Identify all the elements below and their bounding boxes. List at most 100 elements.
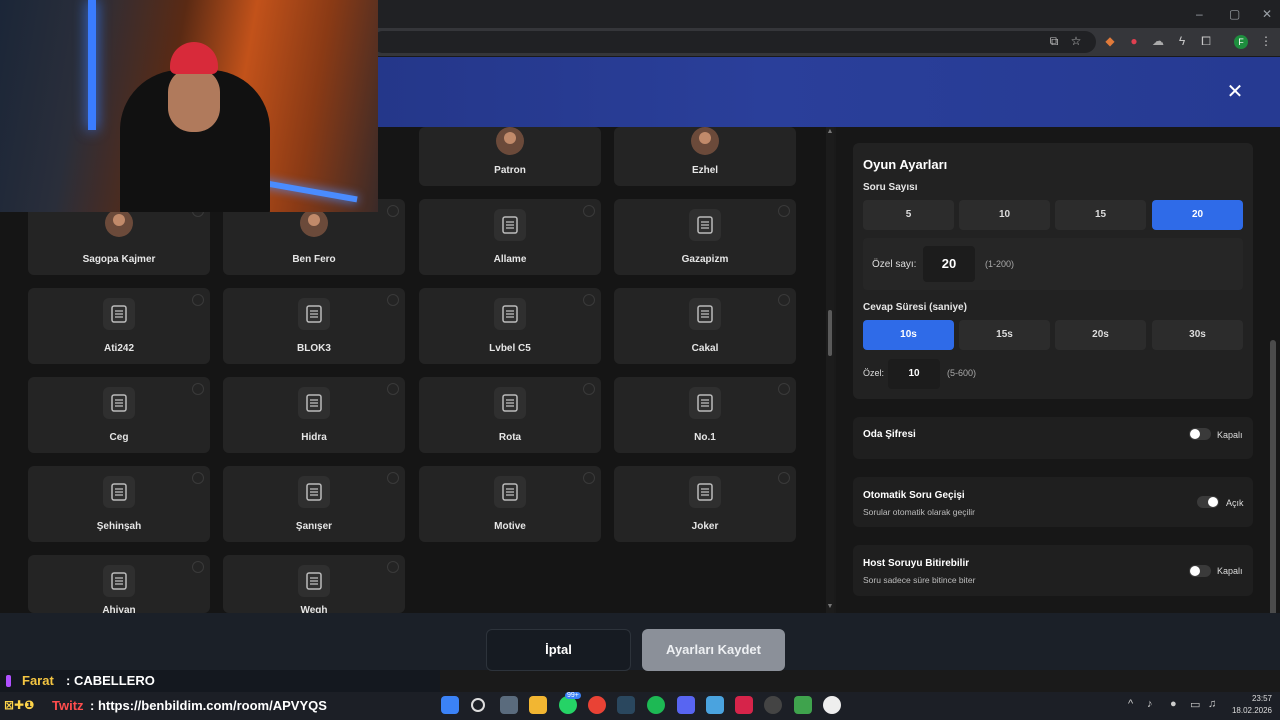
extension-icon[interactable]: ◆ bbox=[1102, 33, 1118, 49]
photos-icon[interactable] bbox=[706, 696, 724, 714]
auto-advance-state: Açık bbox=[1226, 498, 1244, 508]
system-clock[interactable]: 23:57 18.02.2026 bbox=[1228, 693, 1272, 717]
chrome-icon[interactable] bbox=[588, 696, 606, 714]
display-icon[interactable]: ▭ bbox=[1190, 698, 1200, 711]
answer-time-option[interactable]: 30s bbox=[1152, 320, 1243, 350]
artist-name: Şehinşah bbox=[96, 521, 142, 532]
artist-card[interactable]: Cakal bbox=[614, 288, 796, 364]
artist-card[interactable]: Ati242 bbox=[28, 288, 210, 364]
artist-card[interactable]: Patron bbox=[419, 127, 601, 186]
save-settings-button[interactable]: Ayarları Kaydet bbox=[642, 629, 785, 671]
webcam-app-icon[interactable] bbox=[823, 696, 841, 714]
media-icon[interactable] bbox=[794, 696, 812, 714]
artist-avatar bbox=[691, 127, 719, 155]
scroll-down-arrow-icon[interactable]: ▼ bbox=[826, 603, 834, 610]
artist-card[interactable]: Ceg bbox=[28, 377, 210, 453]
profile-avatar[interactable]: F bbox=[1234, 35, 1248, 49]
grid-scrollbar[interactable] bbox=[826, 127, 834, 613]
artist-card[interactable]: Motive bbox=[419, 466, 601, 542]
card-select-radio[interactable] bbox=[387, 472, 399, 484]
card-select-radio[interactable] bbox=[583, 472, 595, 484]
start-menu-icon[interactable] bbox=[441, 696, 459, 714]
card-select-radio[interactable] bbox=[192, 383, 204, 395]
maximize-button[interactable]: ▢ bbox=[1229, 7, 1240, 21]
grid-scroll-thumb[interactable] bbox=[828, 310, 832, 356]
modal-close-button[interactable]: ✕ bbox=[1224, 81, 1246, 103]
card-select-radio[interactable] bbox=[778, 472, 790, 484]
question-count-option[interactable]: 10 bbox=[959, 200, 1050, 230]
obs-icon[interactable] bbox=[764, 696, 782, 714]
card-select-radio[interactable] bbox=[387, 205, 399, 217]
search-icon[interactable] bbox=[471, 698, 485, 712]
artist-name: Lvbel C5 bbox=[489, 343, 531, 354]
app-icon[interactable] bbox=[735, 696, 753, 714]
question-count-option-selected[interactable]: 20 bbox=[1152, 200, 1243, 230]
webcam-person-face bbox=[168, 68, 220, 132]
volume-icon[interactable]: ♫ bbox=[1208, 698, 1216, 710]
card-select-radio[interactable] bbox=[583, 294, 595, 306]
artist-card[interactable]: Şehinşah bbox=[28, 466, 210, 542]
answer-time-option[interactable]: 15s bbox=[959, 320, 1050, 350]
artist-avatar bbox=[300, 209, 328, 237]
settings-scrollbar[interactable] bbox=[1270, 340, 1276, 660]
question-count-option[interactable]: 15 bbox=[1055, 200, 1146, 230]
browser-menu-icon[interactable]: ⋮ bbox=[1258, 33, 1274, 49]
spotify-icon[interactable] bbox=[647, 696, 665, 714]
answer-time-label: Cevap Süresi (saniye) bbox=[863, 302, 967, 313]
artist-name: Ben Fero bbox=[292, 254, 336, 265]
artist-card[interactable]: Gazapizm bbox=[614, 199, 796, 275]
artist-name: Cakal bbox=[691, 343, 719, 354]
artist-name: BLOK3 bbox=[297, 343, 331, 354]
card-select-radio[interactable] bbox=[583, 383, 595, 395]
address-bar[interactable] bbox=[372, 31, 1096, 53]
card-select-radio[interactable] bbox=[192, 294, 204, 306]
artist-card[interactable]: BLOK3 bbox=[223, 288, 405, 364]
artist-card[interactable]: Rota bbox=[419, 377, 601, 453]
install-icon[interactable]: ⧉ bbox=[1046, 33, 1062, 49]
artist-card[interactable]: No.1 bbox=[614, 377, 796, 453]
microphone-icon[interactable]: ● bbox=[1170, 698, 1177, 710]
card-select-radio[interactable] bbox=[778, 205, 790, 217]
artist-card[interactable]: Ezhel bbox=[614, 127, 796, 186]
discord-icon[interactable] bbox=[677, 696, 695, 714]
extensions-puzzle-icon[interactable]: ⧠ bbox=[1198, 33, 1214, 49]
artist-card[interactable]: Joker bbox=[614, 466, 796, 542]
card-select-radio[interactable] bbox=[778, 383, 790, 395]
artist-card[interactable]: Lvbel C5 bbox=[419, 288, 601, 364]
host-end-toggle[interactable] bbox=[1189, 565, 1211, 577]
extension-record-icon[interactable]: ● bbox=[1126, 33, 1142, 49]
card-select-radio[interactable] bbox=[387, 294, 399, 306]
webcam-person-hat bbox=[170, 42, 218, 74]
artist-card[interactable]: Allame bbox=[419, 199, 601, 275]
tray-chevron-icon[interactable]: ^ bbox=[1128, 698, 1133, 710]
card-select-radio[interactable] bbox=[387, 383, 399, 395]
answer-time-option-selected[interactable]: 10s bbox=[863, 320, 954, 350]
window-close-button[interactable]: ✕ bbox=[1262, 7, 1272, 21]
card-select-radio[interactable] bbox=[192, 472, 204, 484]
room-password-toggle[interactable] bbox=[1189, 428, 1211, 440]
artist-card[interactable]: Hidra bbox=[223, 377, 405, 453]
task-view-icon[interactable] bbox=[500, 696, 518, 714]
card-select-radio[interactable] bbox=[192, 561, 204, 573]
card-select-radio[interactable] bbox=[583, 205, 595, 217]
artist-card[interactable]: Wegh bbox=[223, 555, 405, 616]
artist-name: Ezhel bbox=[691, 165, 719, 176]
answer-time-option[interactable]: 20s bbox=[1055, 320, 1146, 350]
scroll-up-arrow-icon[interactable]: ▲ bbox=[826, 128, 834, 135]
cancel-button[interactable]: İptal bbox=[486, 629, 631, 671]
card-select-radio[interactable] bbox=[387, 561, 399, 573]
extension-cloud-icon[interactable]: ☁ bbox=[1150, 33, 1166, 49]
file-explorer-icon[interactable] bbox=[529, 696, 547, 714]
bookmark-star-icon[interactable]: ☆ bbox=[1068, 33, 1084, 49]
custom-count-input[interactable]: 20 bbox=[923, 246, 975, 282]
custom-time-input[interactable]: 10 bbox=[888, 359, 940, 389]
minimize-button[interactable]: – bbox=[1196, 7, 1203, 21]
speaker-icon[interactable]: ♪ bbox=[1147, 698, 1153, 710]
question-count-option[interactable]: 5 bbox=[863, 200, 954, 230]
card-select-radio[interactable] bbox=[778, 294, 790, 306]
extension-bolt-icon[interactable]: ϟ bbox=[1174, 33, 1190, 49]
auto-advance-toggle[interactable] bbox=[1197, 496, 1219, 508]
artist-card[interactable]: Ahiyan bbox=[28, 555, 210, 616]
artist-card[interactable]: Şanışer bbox=[223, 466, 405, 542]
steam-icon[interactable] bbox=[617, 696, 635, 714]
